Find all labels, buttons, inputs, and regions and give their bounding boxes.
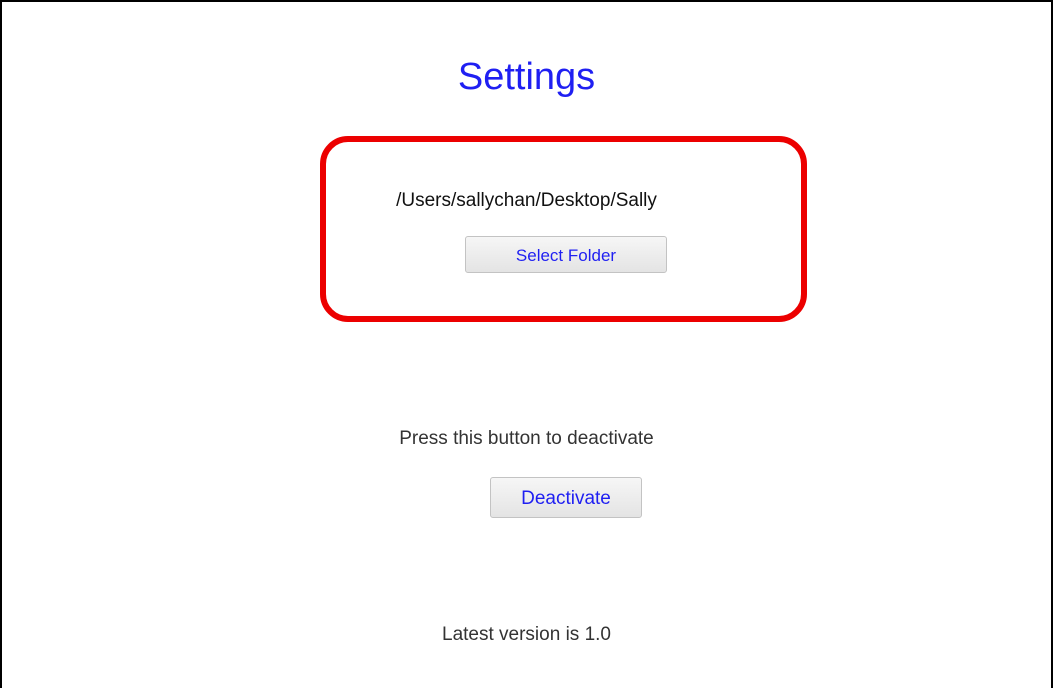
folder-path-label: /Users/sallychan/Desktop/Sally	[396, 190, 657, 211]
deactivate-prompt-text: Press this button to deactivate	[399, 428, 654, 449]
settings-window: Settings /Users/sallychan/Desktop/Sally …	[0, 0, 1053, 688]
version-text: Latest version is 1.0	[442, 624, 611, 645]
deactivate-button[interactable]: Deactivate	[490, 477, 642, 518]
highlight-annotation	[320, 136, 807, 322]
page-title: Settings	[457, 56, 596, 98]
select-folder-button[interactable]: Select Folder	[465, 236, 667, 273]
